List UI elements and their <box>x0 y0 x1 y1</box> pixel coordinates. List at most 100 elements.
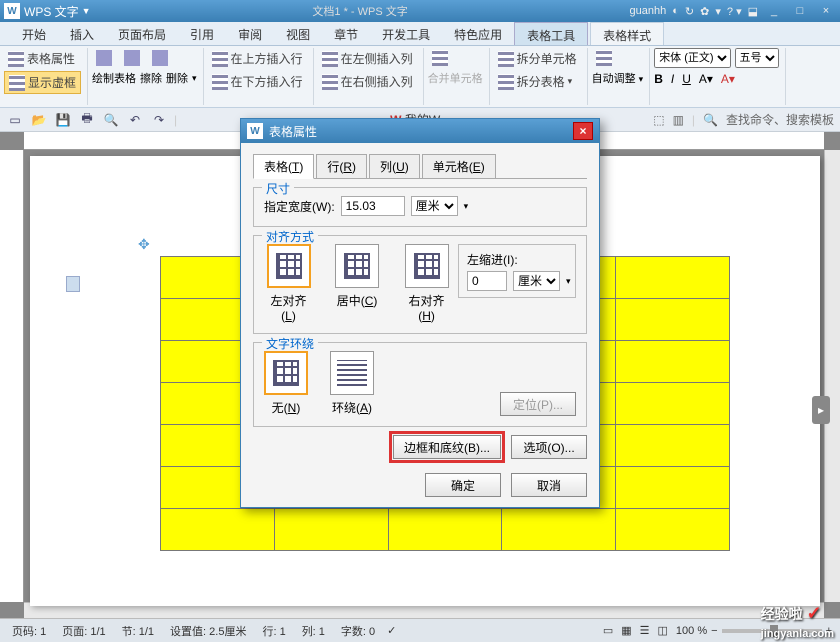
indent-input[interactable] <box>467 271 507 291</box>
vertical-ruler[interactable] <box>0 150 24 602</box>
table-properties-button[interactable]: 表格属性 <box>4 48 81 69</box>
tab-dev[interactable]: 开发工具 <box>370 22 442 45</box>
dialog-tabs: 表格(T) 行(R) 列(U) 单元格(E) <box>253 153 587 179</box>
dialog-tab-table[interactable]: 表格(T) <box>253 154 314 179</box>
maximize-button[interactable]: □ <box>790 5 810 17</box>
dialog-close-button[interactable]: × <box>573 122 593 140</box>
width-unit-select[interactable]: 厘米 <box>411 196 458 216</box>
zoom-value[interactable]: 100 % <box>676 625 707 637</box>
wrap-around-option[interactable]: 环绕(A) <box>330 351 374 416</box>
draw-table-button[interactable] <box>92 48 116 68</box>
split-table-button[interactable]: 拆分表格 ▾ <box>494 71 581 92</box>
user-name[interactable]: guanhh <box>630 5 667 17</box>
font-family-select[interactable]: 宋体 (正文) <box>654 48 731 68</box>
help-icon[interactable]: ? ▾ <box>727 5 742 18</box>
align-fieldset: 对齐方式 左对齐(L) 居中(C) 右对齐(H) <box>253 235 587 334</box>
delete-button[interactable] <box>148 48 172 68</box>
view-web-icon[interactable]: ▦ <box>621 624 631 637</box>
status-chars[interactable]: 字数: 0 <box>337 623 379 639</box>
ok-button[interactable]: 确定 <box>425 473 501 497</box>
ribbon-toggle-icon[interactable]: ⬓ <box>748 5 758 18</box>
show-gridlines-button[interactable]: 显示虚框 <box>4 71 81 94</box>
dialog-tab-row[interactable]: 行(R) <box>316 154 367 179</box>
wrap-none-option[interactable]: 无(N) <box>264 351 308 416</box>
indent-label: 左缩进(I): <box>467 251 567 268</box>
tab-section[interactable]: 章节 <box>322 22 370 45</box>
tab-layout[interactable]: 页面布局 <box>106 22 178 45</box>
redo-icon[interactable]: ↷ <box>150 111 168 129</box>
col-left-icon <box>322 51 338 67</box>
insert-row-below-button[interactable]: 在下方插入行 <box>208 71 307 92</box>
settings-icon[interactable]: ✿ <box>700 5 709 18</box>
search-placeholder[interactable]: 查找命令、搜索模板 <box>726 111 834 128</box>
width-input[interactable] <box>341 196 405 216</box>
app-menu-dropdown-icon[interactable]: ▼ <box>82 6 91 16</box>
view-print-icon[interactable]: ▭ <box>603 624 613 637</box>
status-pages[interactable]: 页面: 1/1 <box>58 623 109 639</box>
align-center-option[interactable]: 居中(C) <box>335 244 379 309</box>
dialog-title: 表格属性 <box>269 123 317 140</box>
merge-icon <box>432 50 448 66</box>
eraser-button[interactable] <box>120 48 144 68</box>
tab-table-tools[interactable]: 表格工具 <box>514 22 588 45</box>
highlight-button[interactable]: A▾ <box>699 72 713 86</box>
eraser-icon <box>124 50 140 66</box>
user-avatar-icon[interactable]: ◐ <box>672 5 679 17</box>
document-title: 文档1 * - WPS 文字 <box>91 3 630 19</box>
table-move-handle-icon[interactable]: ✥ <box>138 236 150 253</box>
new-icon[interactable]: ▭ <box>6 111 24 129</box>
save-icon[interactable]: 💾 <box>54 111 72 129</box>
dialog-tab-cell[interactable]: 单元格(E) <box>422 154 496 179</box>
status-page[interactable]: 页码: 1 <box>8 623 50 639</box>
undo-icon[interactable]: ↶ <box>126 111 144 129</box>
bold-button[interactable]: B <box>654 72 663 86</box>
options-button[interactable]: 选项(O)... <box>511 435 587 459</box>
minimize-button[interactable]: _ <box>764 5 784 17</box>
status-row: 行: 1 <box>258 623 289 639</box>
tab-ref[interactable]: 引用 <box>178 22 226 45</box>
tab-table-style[interactable]: 表格样式 <box>590 22 664 45</box>
underline-button[interactable]: U <box>682 72 691 86</box>
border-shading-button[interactable]: 边框和底纹(B)... <box>393 435 501 459</box>
skin-icon[interactable]: ▾ <box>715 5 721 18</box>
tab-home[interactable]: 开始 <box>10 22 58 45</box>
select-icon[interactable]: ⬚ <box>653 113 664 127</box>
align-left-option[interactable]: 左对齐(L) <box>264 244 313 323</box>
window-icon[interactable]: ▥ <box>673 113 684 127</box>
merge-cells-button[interactable] <box>428 48 483 68</box>
view-full-icon[interactable]: ◫ <box>658 624 668 637</box>
indent-group: 左缩进(I): 厘米▾ <box>458 244 576 298</box>
font-size-select[interactable]: 五号 <box>735 48 779 68</box>
print-icon[interactable]: 🖶 <box>78 111 96 129</box>
side-expand-tab[interactable]: ▸ <box>812 396 830 424</box>
size-legend: 尺寸 <box>262 180 294 197</box>
open-icon[interactable]: 📂 <box>30 111 48 129</box>
tab-special[interactable]: 特色应用 <box>442 22 514 45</box>
indent-unit-select[interactable]: 厘米 <box>513 271 560 291</box>
close-button[interactable]: × <box>816 5 836 17</box>
zoom-out-icon[interactable]: − <box>711 625 717 637</box>
align-right-option[interactable]: 右对齐(H) <box>401 244 452 323</box>
vertical-scrollbar[interactable] <box>824 150 840 602</box>
insert-col-right-button[interactable]: 在右侧插入列 <box>318 71 417 92</box>
italic-button[interactable]: I <box>671 72 674 86</box>
sync-icon[interactable]: ↻ <box>685 5 694 18</box>
preview-icon[interactable]: 🔍 <box>102 111 120 129</box>
page-thumbnail-icon[interactable] <box>66 276 80 292</box>
insert-row-above-button[interactable]: 在上方插入行 <box>208 48 307 69</box>
spellcheck-icon[interactable]: ✓ <box>387 624 396 637</box>
insert-col-left-button[interactable]: 在左侧插入列 <box>318 48 417 69</box>
ribbon: 表格属性 显示虚框 绘制表格 擦除 删除▾ 在上方插入行 在下方插入行 在左侧插… <box>0 46 840 108</box>
tab-insert[interactable]: 插入 <box>58 22 106 45</box>
tab-review[interactable]: 审阅 <box>226 22 274 45</box>
font-color-button[interactable]: A▾ <box>721 72 735 86</box>
autofit-button[interactable] <box>592 48 644 68</box>
cancel-button[interactable]: 取消 <box>511 473 587 497</box>
view-outline-icon[interactable]: ☰ <box>640 624 650 637</box>
status-setval: 设置值: 2.5厘米 <box>166 623 250 639</box>
tab-view[interactable]: 视图 <box>274 22 322 45</box>
dialog-titlebar[interactable]: W 表格属性 × <box>241 119 599 143</box>
dialog-tab-column[interactable]: 列(U) <box>369 154 420 179</box>
ribbon-tabs: 开始 插入 页面布局 引用 审阅 视图 章节 开发工具 特色应用 表格工具 表格… <box>0 22 840 46</box>
split-cell-button[interactable]: 拆分单元格 <box>494 48 581 69</box>
